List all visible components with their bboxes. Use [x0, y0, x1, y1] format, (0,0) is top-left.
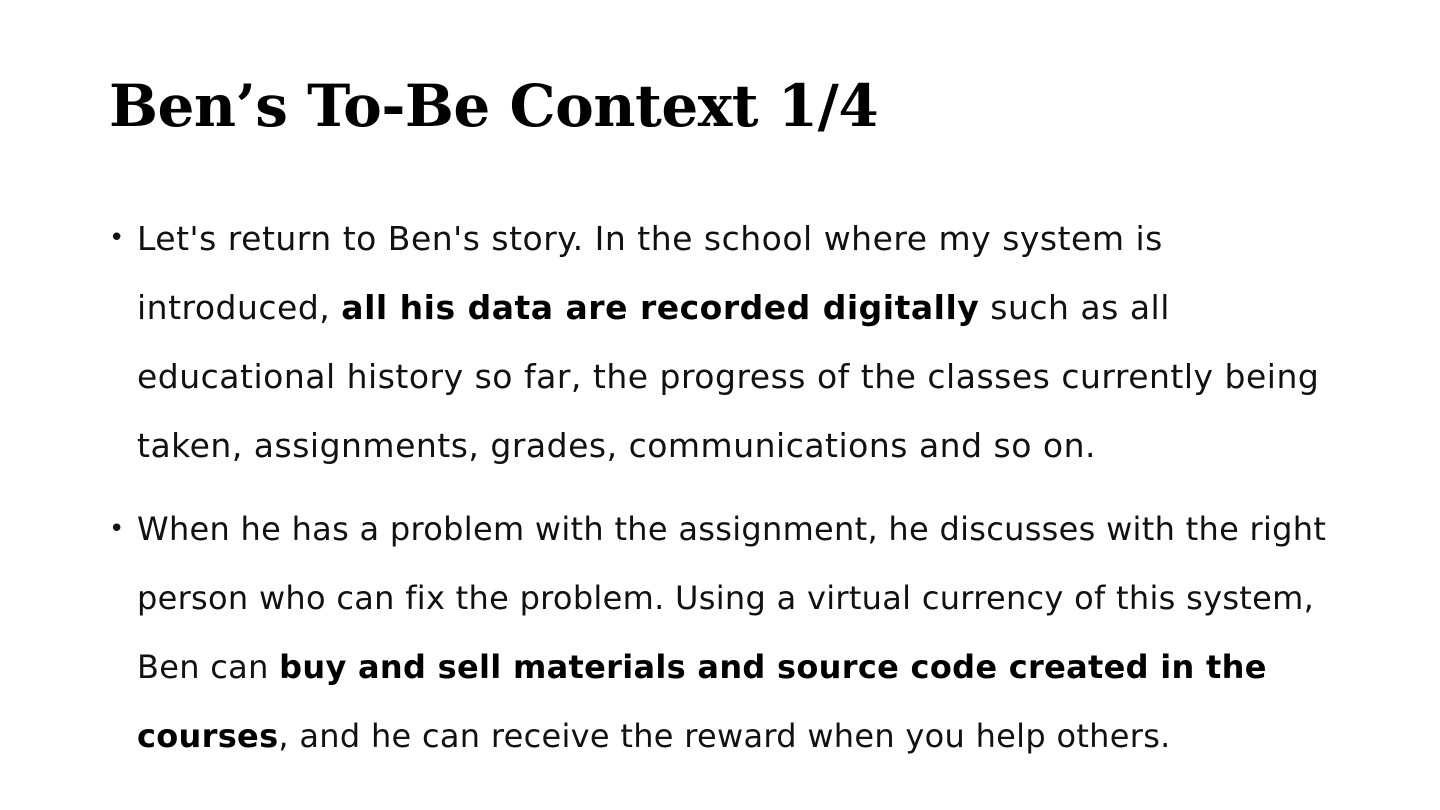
bullet-dot-icon: • [109, 514, 125, 544]
bullet-list: • Let's return to Ben's story. In the sc… [109, 204, 1349, 771]
bullet-text-segment: , and he can receive the reward when you… [278, 717, 1171, 755]
bullet-text: Let's return to Ben's story. In the scho… [137, 204, 1349, 480]
slide: Ben’s To-Be Context 1/4 • Let's return t… [0, 0, 1440, 810]
slide-title: Ben’s To-Be Context 1/4 [109, 72, 879, 140]
bullet-item-data-recorded: • Let's return to Ben's story. In the sc… [109, 204, 1349, 480]
bullet-item-virtual-currency: • When he has a problem with the assignm… [109, 495, 1349, 771]
bullet-emphasis-text: all his data are recorded digitally [341, 288, 980, 327]
bullet-text: When he has a problem with the assignmen… [137, 495, 1349, 771]
bullet-dot-icon: • [109, 223, 125, 253]
